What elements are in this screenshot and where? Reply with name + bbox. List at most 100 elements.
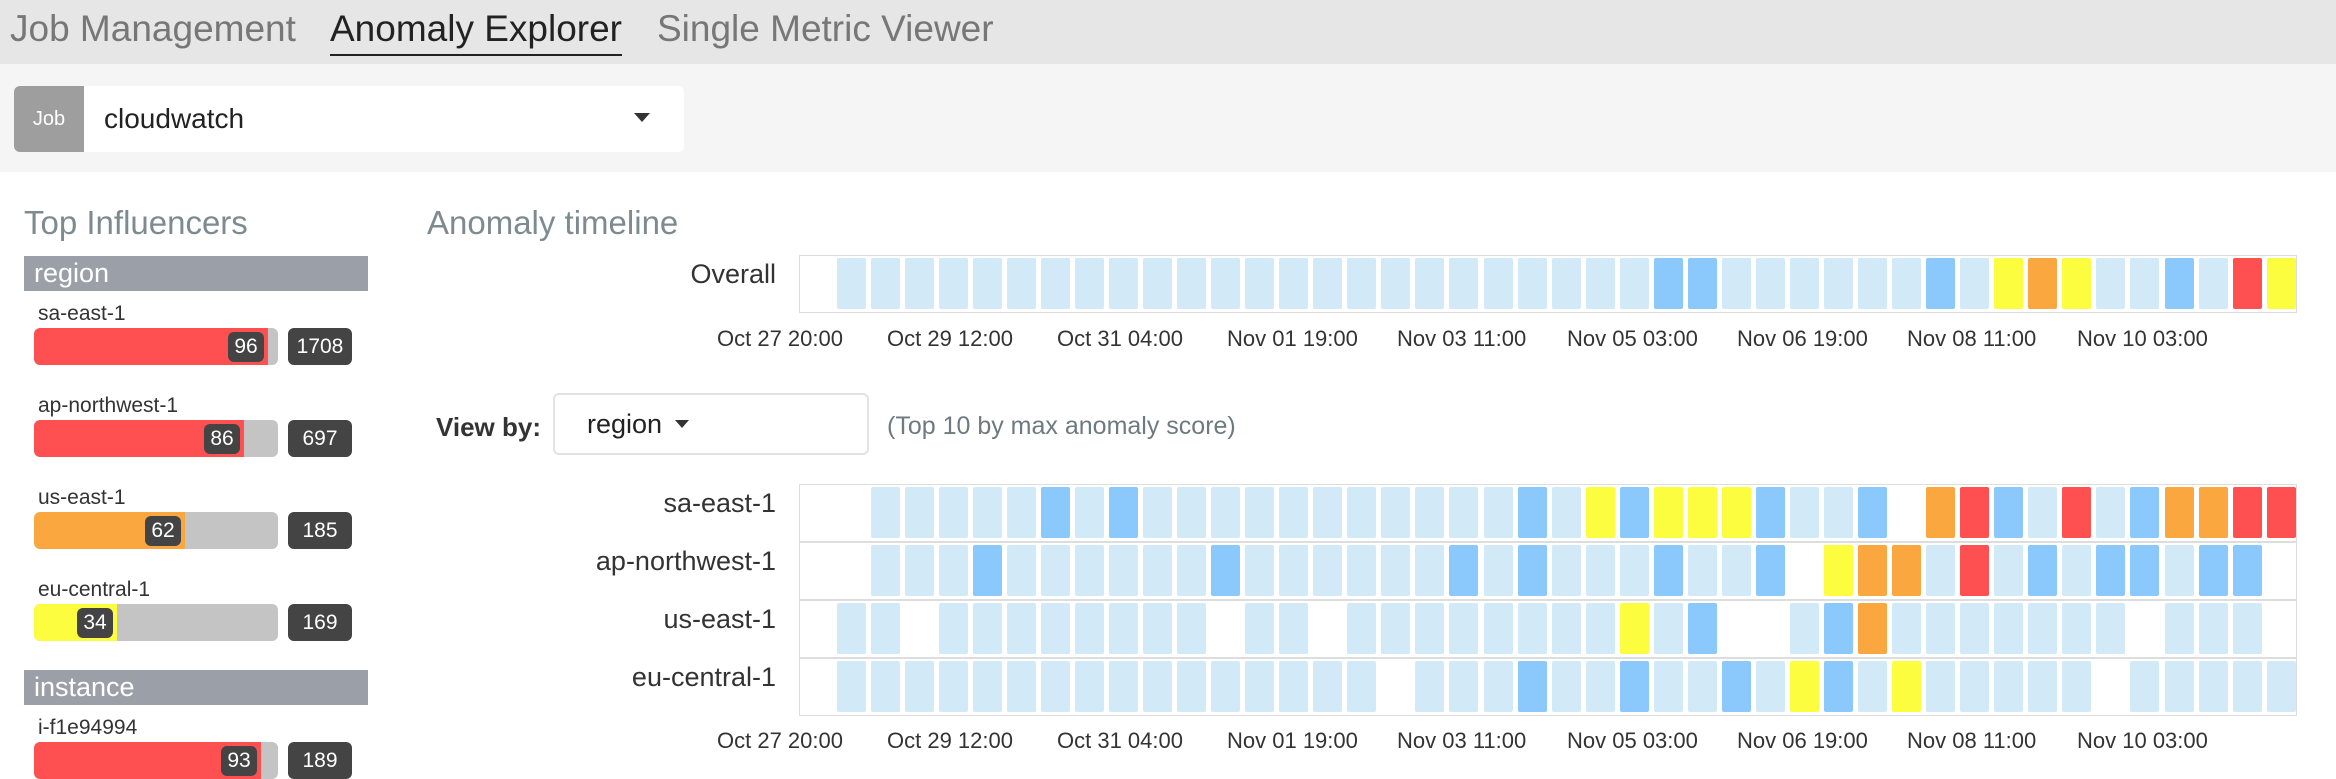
- swimlane-cell[interactable]: [1789, 258, 1819, 309]
- swimlane-cell[interactable]: [1074, 258, 1104, 309]
- swimlane-cell[interactable]: [1653, 603, 1683, 654]
- swimlane-cell[interactable]: [1892, 545, 1922, 596]
- swimlane-cell[interactable]: [1108, 487, 1138, 538]
- swimlane-cell[interactable]: [1926, 661, 1956, 712]
- swimlane-cell[interactable]: [2062, 545, 2092, 596]
- swimlane-cell[interactable]: [1619, 661, 1649, 712]
- swimlane-cell[interactable]: [2232, 487, 2262, 538]
- swimlane-cell[interactable]: [1040, 661, 1070, 712]
- swimlane-cell[interactable]: [1789, 487, 1819, 538]
- swimlane-cell[interactable]: [1177, 603, 1206, 654]
- swimlane-cell[interactable]: [1483, 487, 1513, 538]
- swimlane-cell[interactable]: [1551, 545, 1581, 596]
- swimlane-cell[interactable]: [1892, 258, 1922, 309]
- swimlane-cell[interactable]: [1687, 603, 1717, 654]
- swimlane-cell[interactable]: [2130, 545, 2160, 596]
- swimlane-cell[interactable]: [1483, 545, 1513, 596]
- swimlane-cell[interactable]: [904, 487, 934, 538]
- swimlane-cell[interactable]: [1006, 603, 1036, 654]
- swimlane-cell[interactable]: [1653, 258, 1683, 309]
- swimlane-cell[interactable]: [1858, 487, 1887, 538]
- swimlane-cell[interactable]: [2198, 603, 2228, 654]
- swimlane-cell[interactable]: [1347, 487, 1377, 538]
- influencer-name[interactable]: i-f1e94994: [38, 716, 137, 740]
- swimlane-cell[interactable]: [1347, 545, 1377, 596]
- swimlane-row[interactable]: [799, 542, 2297, 600]
- swimlane-cell[interactable]: [1177, 545, 1206, 596]
- swimlane-cell[interactable]: [2062, 487, 2092, 538]
- swimlane-cell[interactable]: [1279, 487, 1309, 538]
- swimlane-cell[interactable]: [1211, 487, 1241, 538]
- swimlane-cell[interactable]: [1245, 545, 1275, 596]
- swimlane-cell[interactable]: [1755, 487, 1785, 538]
- swimlane-cell[interactable]: [1824, 661, 1853, 712]
- swimlane-cell[interactable]: [836, 603, 866, 654]
- swimlane-cell[interactable]: [1585, 545, 1615, 596]
- swimlane-cell[interactable]: [972, 258, 1002, 309]
- swimlane-cell[interactable]: [1721, 661, 1751, 712]
- swimlane-cell[interactable]: [1143, 545, 1172, 596]
- swimlane-cell[interactable]: [1824, 603, 1853, 654]
- swimlane-cell[interactable]: [1517, 661, 1547, 712]
- swimlane-cell[interactable]: [938, 487, 968, 538]
- swimlane-cell[interactable]: [904, 545, 934, 596]
- swimlane-cell[interactable]: [1789, 661, 1819, 712]
- swimlane-cell[interactable]: [1585, 258, 1615, 309]
- swimlane-cell[interactable]: [2130, 661, 2160, 712]
- swimlane-cell[interactable]: [1347, 603, 1377, 654]
- swimlane-cell[interactable]: [938, 258, 968, 309]
- influencer-name[interactable]: eu-central-1: [38, 578, 150, 602]
- swimlane-cell[interactable]: [1653, 661, 1683, 712]
- swimlane-cell[interactable]: [1960, 661, 1990, 712]
- swimlane-cell[interactable]: [1517, 258, 1547, 309]
- swimlane-cell[interactable]: [2164, 487, 2194, 538]
- swimlane-cell[interactable]: [2164, 661, 2194, 712]
- swimlane-cell[interactable]: [1347, 661, 1377, 712]
- swimlane-cell[interactable]: [1449, 258, 1479, 309]
- swimlane-cell[interactable]: [1960, 545, 1990, 596]
- swimlane-cell[interactable]: [1687, 487, 1717, 538]
- swimlane-cell[interactable]: [870, 603, 900, 654]
- swimlane-cell[interactable]: [1994, 258, 2024, 309]
- swimlane-cell[interactable]: [1313, 487, 1343, 538]
- swimlane-cell[interactable]: [1108, 258, 1138, 309]
- swimlane-cell[interactable]: [938, 661, 968, 712]
- swimlane-cell[interactable]: [1585, 661, 1615, 712]
- swimlane-cell[interactable]: [1074, 603, 1104, 654]
- swimlane-cell[interactable]: [2232, 258, 2262, 309]
- swimlane-cell[interactable]: [1279, 661, 1309, 712]
- swimlane-cell[interactable]: [1415, 487, 1445, 538]
- swimlane-cell[interactable]: [2232, 545, 2262, 596]
- swimlane-cell[interactable]: [2028, 603, 2058, 654]
- swimlane-cell[interactable]: [1006, 545, 1036, 596]
- swimlane-cell[interactable]: [1687, 661, 1717, 712]
- chevron-down-icon[interactable]: [634, 113, 650, 122]
- swimlane-cell[interactable]: [1687, 545, 1717, 596]
- swimlane-cell[interactable]: [2266, 258, 2296, 309]
- swimlane-cell[interactable]: [2198, 545, 2228, 596]
- swimlane-cell[interactable]: [1585, 487, 1615, 538]
- swimlane-cell[interactable]: [1006, 258, 1036, 309]
- swimlane-cell[interactable]: [1892, 661, 1922, 712]
- swimlane-cell[interactable]: [2266, 487, 2296, 538]
- swimlane-cell[interactable]: [1108, 661, 1138, 712]
- swimlane-cell[interactable]: [1926, 487, 1956, 538]
- swimlane-cell[interactable]: [1074, 487, 1104, 538]
- swimlane-cell[interactable]: [938, 545, 968, 596]
- swimlane-cell[interactable]: [2096, 258, 2126, 309]
- swimlane-cell[interactable]: [1687, 258, 1717, 309]
- swimlane-cell[interactable]: [870, 487, 900, 538]
- influencer-name[interactable]: ap-northwest-1: [38, 394, 178, 418]
- swimlane-cell[interactable]: [1960, 258, 1990, 309]
- swimlane-label[interactable]: eu-central-1: [420, 662, 776, 693]
- swimlane-cell[interactable]: [1858, 545, 1887, 596]
- swimlane-cell[interactable]: [1074, 545, 1104, 596]
- swimlane-cell[interactable]: [1994, 487, 2024, 538]
- swimlane-cell[interactable]: [1279, 603, 1309, 654]
- swimlane-cell[interactable]: [938, 603, 968, 654]
- swimlane-cell[interactable]: [1040, 487, 1070, 538]
- swimlane-label[interactable]: sa-east-1: [420, 488, 776, 519]
- swimlane-cell[interactable]: [2028, 258, 2058, 309]
- swimlane-cell[interactable]: [1858, 661, 1887, 712]
- swimlane-cell[interactable]: [2130, 258, 2160, 309]
